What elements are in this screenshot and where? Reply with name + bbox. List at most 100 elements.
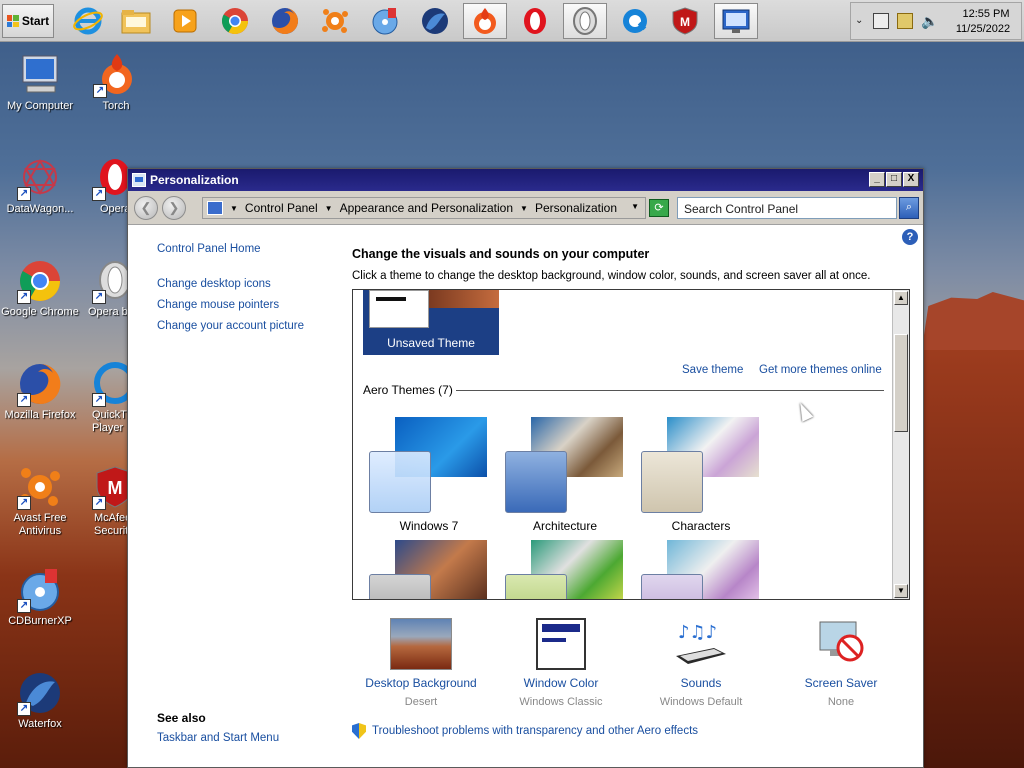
search-input[interactable]: Search Control Panel xyxy=(677,197,897,219)
group-divider xyxy=(456,390,884,391)
window-titlebar[interactable]: Personalization _ □ X xyxy=(128,169,923,191)
desktop-icon-waterfox[interactable]: ↗ Waterfox xyxy=(0,670,80,731)
desktop-icon-quicktime[interactable]: ↗ QuickTime Player xyxy=(76,361,128,435)
breadcrumb-personalization[interactable]: Personalization xyxy=(535,201,617,215)
mcafee-icon[interactable]: M xyxy=(663,3,707,39)
window-title: Personalization xyxy=(150,173,239,187)
unsaved-theme[interactable]: Unsaved Theme xyxy=(363,290,499,355)
desktop-icon-opera-beta[interactable]: ↗ Opera b xyxy=(76,258,128,319)
link-change-mouse-pointers[interactable]: Change mouse pointers xyxy=(157,299,279,311)
screen-saver-label[interactable]: Screen Saver xyxy=(771,676,911,690)
scrollbar-thumb[interactable] xyxy=(894,334,908,432)
action-center-flag-icon[interactable] xyxy=(897,13,913,29)
torch-icon[interactable] xyxy=(463,3,507,39)
quicktime-icon: ↗ xyxy=(92,361,128,407)
link-change-desktop-icons[interactable]: Change desktop icons xyxy=(157,278,271,290)
desktop-icon-cdburnerxp[interactable]: ↗ CDBurnerXP xyxy=(0,567,80,628)
avast-icon[interactable] xyxy=(313,3,357,39)
desktop-icon-opera[interactable]: ↗ Opera xyxy=(76,155,128,216)
desktop-icon-avast[interactable]: ↗ Avast Free Antivirus xyxy=(0,464,80,538)
waterfox-icon: ↗ xyxy=(17,670,63,716)
themes-list: Unsaved Theme Save theme Get more themes… xyxy=(352,289,910,600)
window-color-label[interactable]: Window Color xyxy=(491,676,631,690)
themes-scrollbar[interactable]: ▲ ▼ xyxy=(892,290,909,599)
help-icon[interactable]: ? xyxy=(902,229,918,245)
breadcrumb-control-panel[interactable]: Control Panel xyxy=(245,201,318,215)
start-button[interactable]: Start xyxy=(2,4,54,38)
get-more-themes-link[interactable]: Get more themes online xyxy=(759,364,882,376)
waterfox-icon[interactable] xyxy=(413,3,457,39)
desktop-icon-label: Avast Free Antivirus xyxy=(13,512,67,537)
shortcut-arrow-icon: ↗ xyxy=(17,187,31,201)
clock-time[interactable]: 12:55 PM xyxy=(951,8,1021,20)
shortcut-arrow-icon: ↗ xyxy=(92,290,106,304)
link-control-panel-home[interactable]: Control Panel Home xyxy=(157,243,261,255)
start-label: Start xyxy=(21,14,50,28)
address-bar-area: ❮ ❯ ▼ Control Panel ▼ Appearance and Per… xyxy=(128,191,923,225)
theme-characters[interactable]: Characters xyxy=(637,417,765,533)
opera-icon[interactable] xyxy=(513,3,557,39)
personalization-window: Personalization _ □ X ❮ ❯ ▼ Control Pane… xyxy=(127,168,924,768)
theme-item[interactable] xyxy=(501,540,629,599)
desktop-icon-torch[interactable]: ↗ Torch xyxy=(76,52,156,113)
chrome-icon[interactable] xyxy=(213,3,257,39)
show-hidden-icons-chevron-icon[interactable]: ⌄ xyxy=(855,15,863,26)
file-explorer-icon[interactable] xyxy=(114,3,158,39)
back-button[interactable]: ❮ xyxy=(134,196,158,220)
shortcut-arrow-icon: ↗ xyxy=(17,393,31,407)
sounds-label[interactable]: Sounds xyxy=(631,676,771,690)
link-taskbar-start-menu[interactable]: Taskbar and Start Menu xyxy=(157,732,279,744)
troubleshoot-label[interactable]: Troubleshoot problems with transparency … xyxy=(372,725,698,737)
internet-explorer-icon[interactable] xyxy=(66,3,110,39)
desktop-icon-mozilla-firefox[interactable]: ↗ Mozilla Firefox xyxy=(0,361,80,422)
opera-outline-icon[interactable] xyxy=(563,3,607,39)
maximize-button[interactable]: □ xyxy=(886,172,902,187)
search-icon[interactable]: ⌕ xyxy=(899,197,919,219)
minimize-button[interactable]: _ xyxy=(869,172,885,187)
desktop-icon-label: DataWagon... xyxy=(6,203,74,215)
breadcrumb-appearance[interactable]: Appearance and Personalization xyxy=(340,201,513,215)
theme-windows-7[interactable]: Windows 7 xyxy=(365,417,493,533)
window-color-icon xyxy=(536,618,586,670)
scroll-down-icon[interactable]: ▼ xyxy=(894,584,908,598)
desktop-icon-google-chrome[interactable]: ↗ Google Chrome xyxy=(0,258,80,319)
screen-saver-item[interactable]: Screen Saver None xyxy=(771,618,911,708)
cdburnerxp-icon[interactable] xyxy=(363,3,407,39)
sounds-item[interactable]: ♪♫♪ Sounds Windows Default xyxy=(631,618,771,708)
quicktime-icon[interactable] xyxy=(613,3,657,39)
theme-glass-preview xyxy=(369,451,431,513)
desktop-icon-datawagon[interactable]: ↗ DataWagon... xyxy=(0,155,80,216)
theme-architecture[interactable]: Architecture xyxy=(501,417,629,533)
firefox-icon[interactable] xyxy=(263,3,307,39)
control-panel-icon[interactable] xyxy=(714,3,758,39)
scroll-up-icon[interactable]: ▲ xyxy=(894,291,908,305)
chevron-down-icon[interactable]: ▼ xyxy=(631,202,639,211)
window-color-item[interactable]: Window Color Windows Classic xyxy=(491,618,631,708)
link-change-account-picture[interactable]: Change your account picture xyxy=(157,320,304,332)
desktop-icon-mcafee[interactable]: M ↗ McAfee Security xyxy=(76,464,128,538)
forward-button[interactable]: ❯ xyxy=(162,196,186,220)
troubleshoot-link[interactable]: Troubleshoot problems with transparency … xyxy=(352,723,698,739)
theme-preview-strip xyxy=(429,290,499,308)
desktop-background-label[interactable]: Desktop Background xyxy=(351,676,491,690)
network-icon[interactable] xyxy=(873,13,889,29)
chevron-right-icon[interactable]: ▼ xyxy=(230,204,238,213)
shortcut-arrow-icon: ↗ xyxy=(92,393,106,407)
desktop-icon-label: McAfee Security xyxy=(94,512,128,537)
media-player-icon[interactable] xyxy=(163,3,207,39)
address-breadcrumb[interactable]: ▼ Control Panel ▼ Appearance and Persona… xyxy=(202,197,646,219)
my-computer-icon xyxy=(17,52,63,98)
refresh-button[interactable]: ⟳ xyxy=(649,199,669,217)
chevron-right-icon[interactable]: ▼ xyxy=(520,204,528,213)
chevron-right-icon[interactable]: ▼ xyxy=(325,204,333,213)
volume-icon[interactable]: 🔈 xyxy=(921,13,938,29)
svg-text:♪♫♪: ♪♫♪ xyxy=(678,622,717,643)
theme-glass-preview xyxy=(641,574,703,599)
desktop-background-item[interactable]: Desktop Background Desert xyxy=(351,618,491,708)
clock-date[interactable]: 11/25/2022 xyxy=(945,23,1021,35)
desktop-icon-my-computer[interactable]: My Computer xyxy=(0,52,80,113)
theme-item[interactable] xyxy=(637,540,765,599)
theme-item[interactable] xyxy=(365,540,493,599)
close-button[interactable]: X xyxy=(903,172,919,187)
save-theme-link[interactable]: Save theme xyxy=(682,364,743,376)
